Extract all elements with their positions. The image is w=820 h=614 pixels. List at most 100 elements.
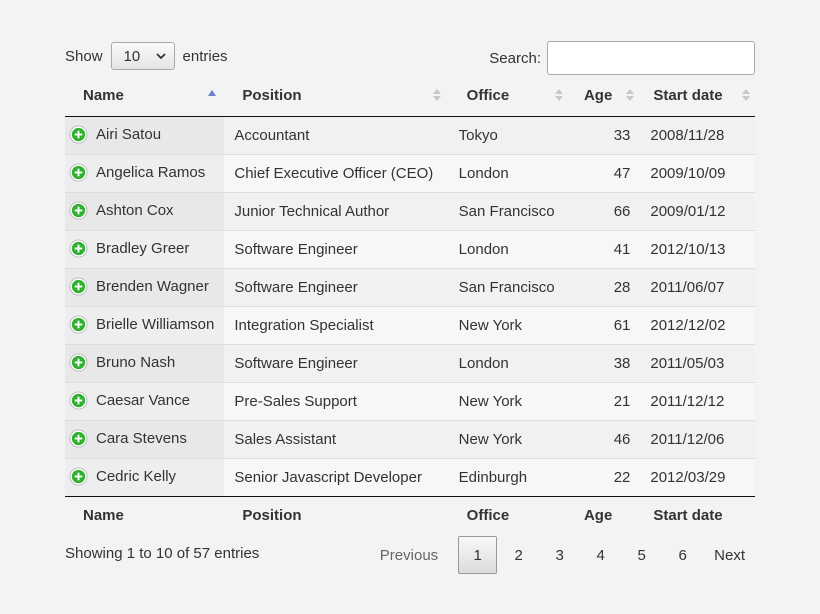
cell-position: Integration Specialist xyxy=(224,305,449,344)
plus-circle-icon[interactable] xyxy=(69,201,88,220)
entries-per-page-select[interactable]: 10 xyxy=(110,42,175,70)
page-button-6[interactable]: 6 xyxy=(663,536,702,574)
cell-name-text: Caesar Vance xyxy=(96,392,190,410)
column-header-position[interactable]: Position xyxy=(224,75,449,117)
page-button-2[interactable]: 2 xyxy=(499,536,538,574)
search-control: Search: xyxy=(489,41,755,75)
sort-both-icon xyxy=(742,89,750,101)
sort-both-icon xyxy=(626,89,635,101)
cell-start-date: 2012/12/02 xyxy=(640,305,755,344)
cell-name-text: Angelica Ramos xyxy=(96,164,206,182)
entries-length-control: Show 10 entries xyxy=(65,42,228,70)
cell-name-text: Bradley Greer xyxy=(96,240,190,258)
page-button-4[interactable]: 4 xyxy=(581,536,620,574)
cell-start-date: 2009/10/09 xyxy=(640,153,755,192)
sort-both-icon xyxy=(432,89,441,101)
cell-name: Cara Stevens xyxy=(65,419,225,458)
cell-start-date: 2009/01/12 xyxy=(640,191,755,230)
cell-name-text: Bruno Nash xyxy=(96,354,176,372)
show-label: Show xyxy=(65,47,103,65)
footer-header-start-date: Start date xyxy=(640,495,755,535)
cell-name-text: Cara Stevens xyxy=(96,430,187,448)
column-header-age[interactable]: Age xyxy=(570,75,641,117)
cell-name: Cedric Kelly xyxy=(65,457,225,496)
cell-name: Bradley Greer xyxy=(65,229,225,268)
table-row[interactable]: Cedric Kelly Senior Javascript Developer E… xyxy=(65,457,755,496)
cell-name: Ashton Cox xyxy=(65,191,225,230)
cell-name-text: Brielle Williamson xyxy=(96,316,215,334)
cell-office: New York xyxy=(448,305,571,344)
cell-name-text: Airi Satou xyxy=(96,126,162,144)
table-row[interactable]: Bruno Nash Software Engineer London 38 2011/… xyxy=(65,343,755,382)
table-row[interactable]: Brielle Williamson Integration Specialist… xyxy=(65,305,755,344)
cell-age: 21 xyxy=(570,381,641,420)
cell-office: Edinburgh xyxy=(448,457,571,496)
cell-office: New York xyxy=(448,419,571,458)
column-header-office[interactable]: Office xyxy=(448,75,571,117)
cell-name: Angelica Ramos xyxy=(65,153,225,192)
table-row[interactable]: Caesar Vance Pre-Sales Support New York 21 2… xyxy=(65,381,755,420)
plus-circle-icon[interactable] xyxy=(69,239,88,258)
cell-age: 41 xyxy=(570,229,641,268)
cell-age: 46 xyxy=(570,419,641,458)
cell-start-date: 2012/10/13 xyxy=(640,229,755,268)
table-row[interactable]: Cara Stevens Sales Assistant New York 46 201… xyxy=(65,419,755,458)
cell-age: 28 xyxy=(570,267,641,306)
cell-position: Pre-Sales Support xyxy=(224,381,449,420)
cell-position: Sales Assistant xyxy=(224,419,449,458)
cell-name: Bruno Nash xyxy=(65,343,225,382)
table-info: Showing 1 to 10 of 57 entries xyxy=(65,545,260,562)
cell-name: Brielle Williamson xyxy=(65,305,225,344)
page-button-5[interactable]: 5 xyxy=(622,536,661,574)
cell-age: 47 xyxy=(570,153,641,192)
column-header-label: Age xyxy=(583,86,613,104)
table-row[interactable]: Airi Satou Accountant Tokyo 33 2008/11/28 xyxy=(65,116,755,154)
table-row[interactable]: Angelica Ramos Chief Executive Officer (C… xyxy=(65,153,755,192)
plus-circle-icon[interactable] xyxy=(69,277,88,296)
cell-position: Chief Executive Officer (CEO) xyxy=(224,153,449,192)
sort-ascending-icon xyxy=(208,90,217,96)
cell-age: 61 xyxy=(570,305,641,344)
cell-start-date: 2011/12/12 xyxy=(640,381,755,420)
cell-position: Software Engineer xyxy=(224,229,449,268)
page-button-1[interactable]: 1 xyxy=(458,536,498,574)
column-header-label: Name xyxy=(83,86,124,104)
table-row[interactable]: Ashton Cox Junior Technical Author San Fra… xyxy=(65,191,755,230)
cell-position: Senior Javascript Developer xyxy=(224,457,449,496)
plus-circle-icon[interactable] xyxy=(69,467,88,486)
cell-office: San Francisco xyxy=(448,191,571,230)
footer-header-name: Name xyxy=(65,495,225,535)
cell-name-text: Ashton Cox xyxy=(96,202,174,220)
footer-header-age: Age xyxy=(570,495,641,535)
cell-office: London xyxy=(448,343,571,382)
cell-position: Software Engineer xyxy=(224,343,449,382)
cell-age: 66 xyxy=(570,191,641,230)
search-input[interactable] xyxy=(547,41,755,75)
cell-start-date: 2012/03/29 xyxy=(640,457,755,496)
pagination: Previous 1 2 3 4 5 6 Next xyxy=(368,536,755,574)
plus-circle-icon[interactable] xyxy=(69,353,88,372)
plus-circle-icon[interactable] xyxy=(69,429,88,448)
column-header-label: Start date xyxy=(653,86,723,104)
entries-label: entries xyxy=(182,47,228,65)
cell-office: London xyxy=(448,229,571,268)
next-button[interactable]: Next xyxy=(704,536,755,574)
sort-both-icon xyxy=(554,89,563,101)
plus-circle-icon[interactable] xyxy=(69,163,88,182)
cell-age: 38 xyxy=(570,343,641,382)
plus-circle-icon[interactable] xyxy=(69,391,88,410)
plus-circle-icon[interactable] xyxy=(69,125,88,144)
plus-circle-icon[interactable] xyxy=(69,315,88,334)
header-row: Name Position Office Age Start date xyxy=(65,75,755,117)
previous-button[interactable]: Previous xyxy=(370,536,456,574)
table-row[interactable]: Bradley Greer Software Engineer London 41 20… xyxy=(65,229,755,268)
cell-office: New York xyxy=(448,381,571,420)
column-header-name[interactable]: Name xyxy=(65,75,225,117)
column-header-start-date[interactable]: Start date xyxy=(640,75,755,117)
cell-name: Brenden Wagner xyxy=(65,267,225,306)
cell-name: Caesar Vance xyxy=(65,381,225,420)
cell-age: 33 xyxy=(570,116,641,154)
cell-position: Software Engineer xyxy=(224,267,449,306)
table-row[interactable]: Brenden Wagner Software Engineer San Franc… xyxy=(65,267,755,306)
page-button-3[interactable]: 3 xyxy=(540,536,579,574)
